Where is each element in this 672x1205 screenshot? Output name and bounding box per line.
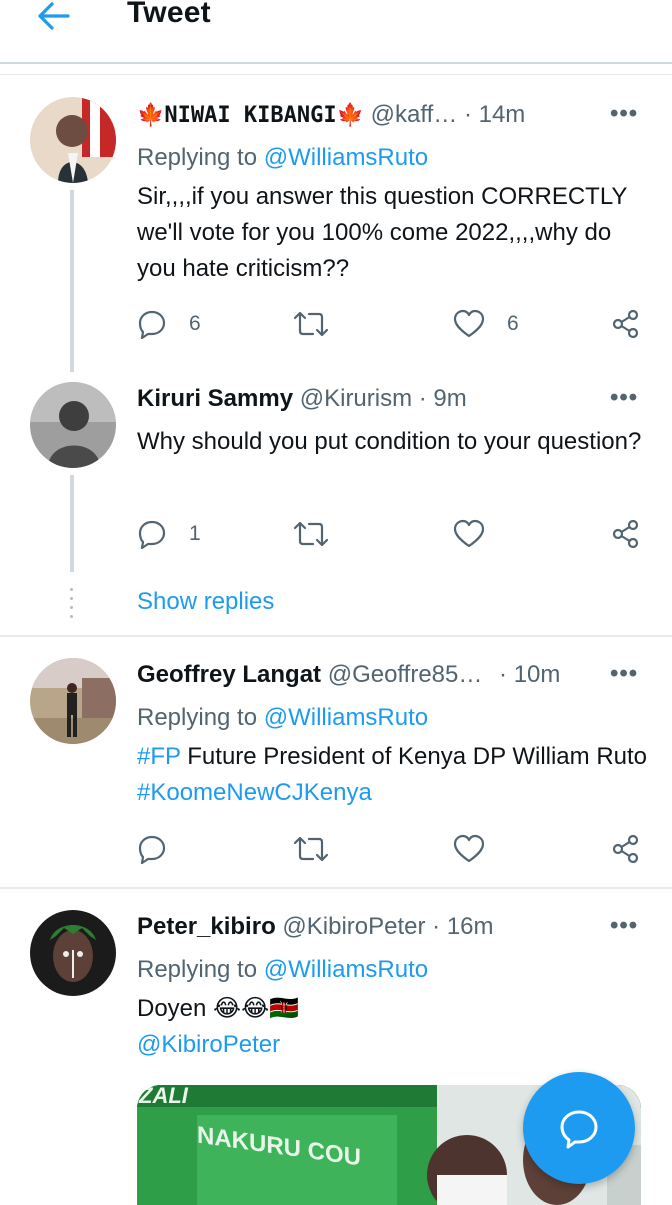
timestamp[interactable]: · 9m [419,385,467,412]
page-title: Tweet [127,0,211,29]
avatar[interactable] [30,658,116,744]
username[interactable]: @kaff… [371,101,458,128]
retweet-button[interactable] [293,831,329,867]
compose-reply-button[interactable] [523,1072,635,1184]
share-button[interactable] [611,516,641,552]
username[interactable]: @Geoffre85… [328,661,483,688]
more-options-button[interactable]: ••• [610,660,638,688]
more-options-button[interactable]: ••• [610,384,638,412]
retweet-icon [293,311,329,337]
timestamp[interactable]: · 10m [499,661,560,688]
mention-link[interactable]: @KibiroPeter [137,1027,647,1063]
reply-button[interactable] [137,831,167,867]
display-name[interactable]: Kiruri Sammy [137,385,293,412]
replying-to: Replying to @WilliamsRuto [137,703,428,733]
retweet-button[interactable] [293,306,329,342]
avatar-photo [30,910,116,996]
replying-to-link[interactable]: @WilliamsRuto [264,956,428,983]
share-icon [612,519,639,549]
like-button[interactable] [453,516,485,552]
display-name[interactable]: Geoffrey Langat [137,661,321,688]
media-text-top: ZALI [139,1085,188,1108]
like-count: 6 [507,312,519,335]
compose-reply-icon [560,1110,598,1149]
display-name[interactable]: 🍁NIWAI KIBANGI🍁 [137,103,364,128]
tweet-actions: 1 [137,516,647,556]
timestamp[interactable]: · 14m [464,101,525,128]
replying-prefix: Replying to [137,704,258,731]
avatar-photo [30,382,116,468]
back-button[interactable] [36,0,72,32]
avatar[interactable] [30,910,116,996]
share-icon [612,309,639,339]
thread-line [70,190,74,372]
tweet-text-body: Future President of Kenya DP William Rut… [180,743,654,770]
show-replies-link[interactable]: Show replies [137,587,274,617]
thread-dots [70,588,74,624]
like-button[interactable]: 6 [453,306,519,342]
tweet-text: Why should you put condition to your que… [137,428,642,455]
avatar[interactable] [30,382,116,468]
reply-count: 6 [189,312,201,335]
replying-prefix: Replying to [137,144,258,171]
retweet-icon [293,836,329,862]
tweet-header: Kiruri Sammy @Kirurism · 9m [137,384,467,414]
replying-to-link[interactable]: @WilliamsRuto [264,144,428,171]
thread-line [70,475,74,572]
replying-to: Replying to @WilliamsRuto [137,143,428,173]
reply-button[interactable]: 1 [137,516,201,552]
header-divider-secondary [0,74,672,75]
reply-icon [138,520,166,549]
share-icon [612,834,639,864]
tweet-divider [0,887,672,889]
replying-to: Replying to @WilliamsRuto [137,955,428,985]
retweet-icon [293,521,329,547]
tweet-header: Geoffrey Langat @Geoffre85… · 10m [137,660,560,690]
tweet-actions [137,831,647,871]
reply-count: 1 [189,522,201,545]
replying-to-link[interactable]: @WilliamsRuto [264,704,428,731]
like-icon [453,834,485,863]
share-button[interactable] [611,831,641,867]
tweet-text: #FP Future President of Kenya DP William… [137,739,647,811]
top-bar: Tweet [0,0,672,62]
avatar-photo [30,97,116,183]
arrow-left-icon [38,2,70,30]
tweet-text: Sir,,,,if you answer this question CORRE… [137,183,627,282]
like-icon [453,519,485,548]
retweet-button[interactable] [293,516,329,552]
tweet-divider [0,635,672,637]
replying-prefix: Replying to [137,956,258,983]
like-icon [453,309,485,338]
hashtag-link[interactable]: #KoomeNewCJKenya [137,779,372,806]
header-divider [0,62,672,64]
reply-icon [138,835,166,864]
avatar-photo [30,658,116,744]
hashtag-link[interactable]: #FP [137,743,181,770]
more-options-button[interactable]: ••• [610,100,638,128]
reply-button[interactable]: 6 [137,306,201,342]
username[interactable]: @Kirurism [300,385,412,412]
tweet-header: 🍁NIWAI KIBANGI🍁 @kaff… · 14m [137,100,525,131]
tweet-header: Peter_kibiro @KibiroPeter · 16m [137,912,494,942]
reply-icon [138,310,166,339]
share-button[interactable] [611,306,641,342]
display-name[interactable]: Peter_kibiro [137,913,276,940]
like-button[interactable] [453,831,485,867]
tweet-actions: 6 6 [137,306,647,346]
tweet-text: Doyen 😂😂🇰🇪 [137,995,300,1022]
avatar[interactable] [30,97,116,183]
timestamp[interactable]: · 16m [432,913,493,940]
username[interactable]: @KibiroPeter [282,913,425,940]
more-options-button[interactable]: ••• [610,912,638,940]
